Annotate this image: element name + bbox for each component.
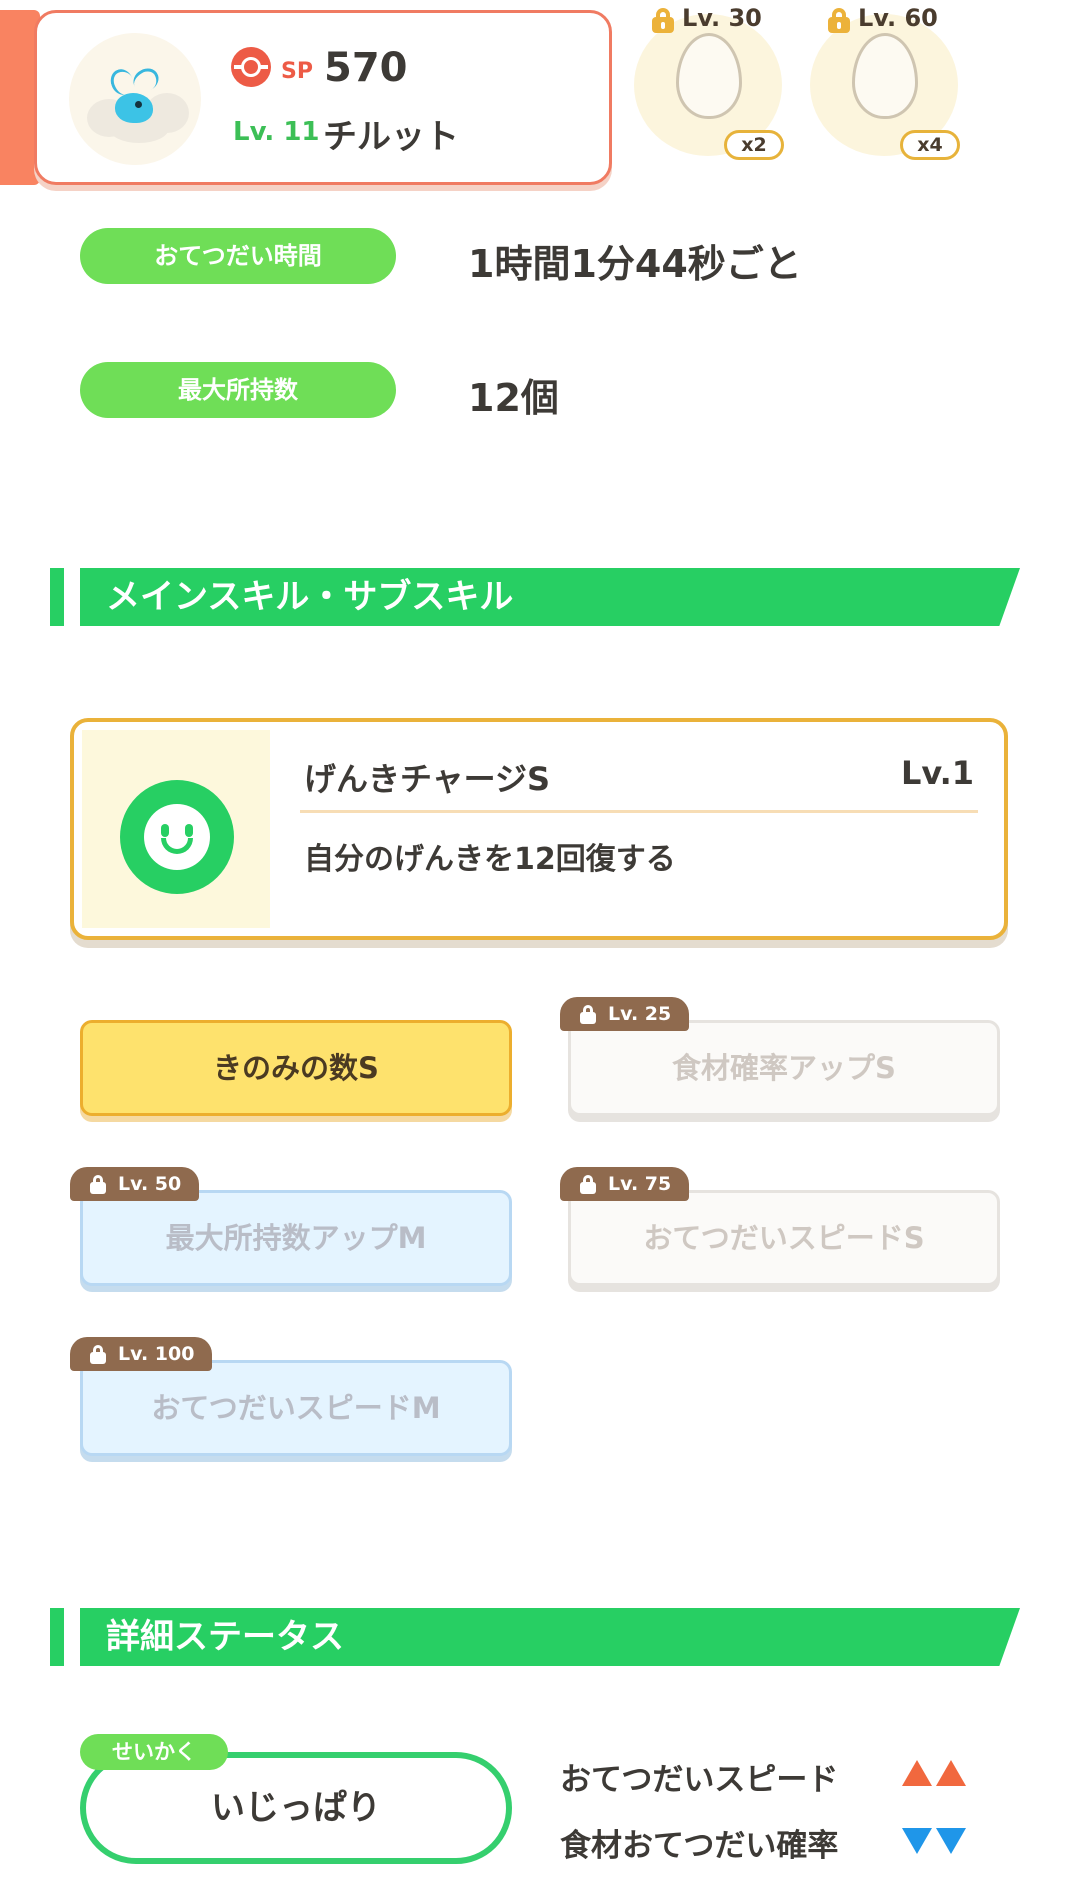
sub-skill-3-unlock-badge: Lv. 50 xyxy=(70,1167,200,1201)
max-hold-value: 12個 xyxy=(468,376,559,420)
sub-skill-3[interactable]: 最大所持数アップM xyxy=(80,1190,512,1286)
bird-body xyxy=(115,93,153,123)
bird-eye xyxy=(135,101,142,108)
egg-unlock-level: Lv. 30 xyxy=(682,4,762,32)
help-time-value: 1時間1分44秒ごと xyxy=(468,242,802,286)
lock-icon xyxy=(650,8,676,33)
nature-effect-up-label: おてつだいスピード xyxy=(560,1762,839,1798)
lock-icon xyxy=(578,1004,598,1024)
down-arrows-icon xyxy=(902,1828,966,1854)
status-section-title: 詳細ステータス xyxy=(106,1617,344,1657)
lock-icon xyxy=(826,8,852,33)
pokemon-summary-card[interactable]: SP 570 Lv. 11 チルット xyxy=(34,10,612,185)
section-marker xyxy=(50,1608,64,1666)
sub-skill-5[interactable]: おてつだいスピードM xyxy=(80,1360,512,1456)
main-skill-level: Lv.1 xyxy=(900,754,974,792)
nature-effect-down-label: 食材おてつだい確率 xyxy=(560,1828,839,1864)
sub-skill-5-unlock-badge: Lv. 100 xyxy=(70,1337,213,1371)
head-crest-right xyxy=(129,63,163,97)
egg-count-badge: x4 xyxy=(900,130,960,160)
help-time-label: おてつだい時間 xyxy=(80,228,396,284)
lock-icon xyxy=(88,1174,108,1194)
section-marker xyxy=(50,568,64,626)
main-skill-name: げんきチャージS xyxy=(304,760,551,798)
pokemon-avatar xyxy=(69,33,201,165)
nature-tag: せいかく xyxy=(80,1734,228,1770)
sub-skill-4-unlock-badge: Lv. 75 xyxy=(560,1167,690,1201)
egg-slot-1[interactable]: Lv. 30 x2 xyxy=(628,0,788,160)
sub-skill-2-unlock-badge: Lv. 25 xyxy=(560,997,690,1031)
egg-slot-2[interactable]: Lv. 60 x4 xyxy=(804,0,964,160)
pokemon-level: Lv. 11 xyxy=(233,117,320,147)
smile-icon xyxy=(120,780,234,894)
pokemon-name: チルット xyxy=(323,117,459,157)
lock-icon xyxy=(578,1174,598,1194)
main-skill-icon-panel xyxy=(82,730,270,928)
sp-value: 570 xyxy=(324,45,408,91)
egg-unlock-level: Lv. 60 xyxy=(858,4,938,32)
up-arrows-icon xyxy=(902,1760,966,1786)
main-skill-description: 自分のげんきを12回復する xyxy=(304,842,676,877)
pokeball-icon xyxy=(231,47,271,87)
egg-count-badge: x2 xyxy=(724,130,784,160)
max-hold-label: 最大所持数 xyxy=(80,362,396,418)
main-skill-card[interactable]: げんきチャージS Lv.1 自分のげんきを12回復する xyxy=(70,718,1008,940)
sub-skill-4[interactable]: おてつだいスピードS xyxy=(568,1190,1000,1286)
sp-label: SP xyxy=(281,59,313,84)
lock-icon xyxy=(88,1344,108,1364)
skills-section-title: メインスキル・サブスキル xyxy=(106,577,514,617)
sub-skill-2[interactable]: 食材確率アップS xyxy=(568,1020,1000,1116)
divider xyxy=(300,810,978,813)
sub-skill-1[interactable]: きのみの数S xyxy=(80,1020,512,1116)
